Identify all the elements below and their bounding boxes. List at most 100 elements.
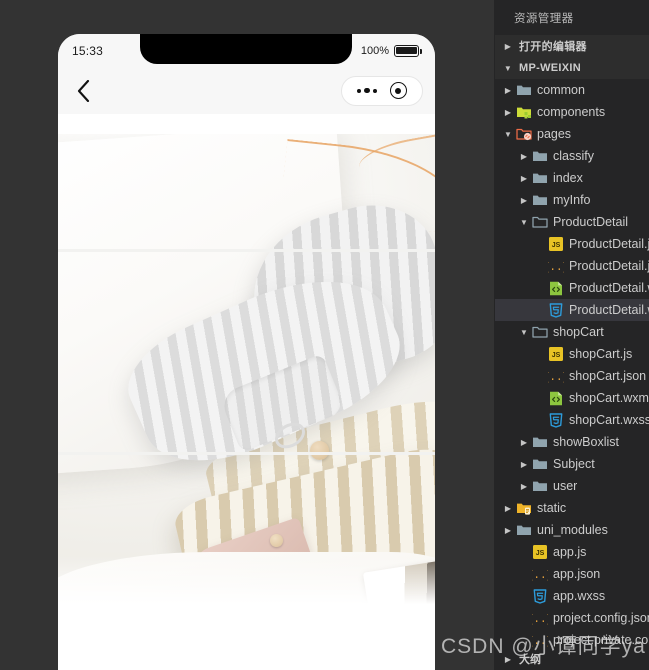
phone-simulator: 15:33 100% (58, 34, 435, 670)
folder-icon (516, 126, 532, 142)
folder-icon (532, 324, 548, 340)
tree-item-label: static (537, 501, 567, 515)
tree-item-label: app.wxss (553, 589, 606, 603)
tree-item-label: app.js (553, 545, 587, 559)
tree-file-ProductDetail-json[interactable]: ▶{..}ProductDetail.json (495, 255, 649, 277)
chevron-right-icon: ▶ (504, 654, 512, 664)
json-file-icon: {..} (532, 610, 548, 626)
tree-item-label: shopCart.wxml (569, 391, 649, 405)
folder-icon (516, 500, 532, 516)
chevron-right-icon[interactable]: ▶ (518, 438, 530, 447)
tree-item-label: project.config.json (553, 611, 649, 625)
folder-icon (516, 82, 532, 98)
chevron-right-icon[interactable]: ▶ (518, 482, 530, 491)
tree-file-shopCart-wxml[interactable]: ▶shopCart.wxml (495, 387, 649, 409)
folder-icon (532, 170, 548, 186)
status-bar-time: 15:33 (72, 43, 104, 58)
section-label: 打开的编辑器 (519, 41, 587, 53)
status-bar-right: 100% (361, 44, 422, 57)
tree-item-label: classify (553, 149, 594, 163)
chevron-down-icon[interactable]: ▼ (518, 328, 530, 337)
folder-icon (516, 522, 532, 538)
section-label: MP-WEIXIN (519, 62, 581, 74)
tree-file-shopCart-wxss[interactable]: ▶shopCart.wxss (495, 409, 649, 431)
explorer-section-1[interactable]: ▶ 打开的编辑器 (495, 35, 649, 57)
battery-icon (394, 44, 422, 57)
chevron-right-icon[interactable]: ▶ (518, 152, 530, 161)
wechat-nav-bar (58, 67, 435, 114)
tree-folder-shopCart[interactable]: ▼ shopCart (495, 321, 649, 343)
tree-file-app-wxss[interactable]: ▶app.wxss (495, 585, 649, 607)
tree-folder-static[interactable]: ▶ static (495, 497, 649, 519)
wxml-file-icon (548, 280, 564, 296)
chevron-right-icon[interactable]: ▶ (502, 86, 514, 95)
wxml-file-icon (548, 390, 564, 406)
tree-item-label: shopCart (553, 325, 604, 339)
svg-text:{..}: {..} (532, 614, 548, 625)
folder-icon (516, 104, 532, 120)
chevron-down-icon: ▼ (503, 63, 513, 73)
editor-scrollbar-track[interactable] (487, 0, 494, 670)
json-file-icon: {..} (532, 566, 548, 582)
chevron-right-icon[interactable]: ▶ (502, 526, 514, 535)
explorer-section-2[interactable]: ▼ MP-WEIXIN (495, 57, 649, 79)
chevron-down-icon[interactable]: ▼ (518, 218, 530, 227)
target-circle-icon[interactable] (389, 82, 407, 99)
tree-folder-classify[interactable]: ▶ classify (495, 145, 649, 167)
folder-icon (532, 434, 548, 450)
chevron-right-icon[interactable]: ▶ (502, 504, 514, 513)
tree-folder-Subject[interactable]: ▶ Subject (495, 453, 649, 475)
tree-folder-myInfo[interactable]: ▶ myInfo (495, 189, 649, 211)
tree-file-app-js[interactable]: ▶JSapp.js (495, 541, 649, 563)
product-detail-page (58, 114, 435, 670)
chevron-right-icon[interactable]: ▶ (518, 174, 530, 183)
screenshot-root: 15:33 100% 资源管理器 ▶ 打开的编辑器 ▼ MP-WEIXIN ▶ … (0, 0, 649, 670)
tree-folder-showBoxlist[interactable]: ▶ showBoxlist (495, 431, 649, 453)
tree-item-label: myInfo (553, 193, 591, 207)
tree-item-label: ProductDetail (553, 215, 629, 229)
tree-folder-user[interactable]: ▶ user (495, 475, 649, 497)
tree-file-shopCart-js[interactable]: ▶JSshopCart.js (495, 343, 649, 365)
tree-item-label: project.private.config.json (553, 633, 649, 647)
folder-icon (532, 148, 548, 164)
tree-item-label: ProductDetail.wxss (569, 303, 649, 317)
chevron-left-icon (77, 79, 89, 102)
tree-item-label: ProductDetail.js (569, 237, 649, 251)
tree-folder-components[interactable]: ▶ components (495, 101, 649, 123)
tree-item-label: showBoxlist (553, 435, 619, 449)
tree-folder-uni_modules[interactable]: ▶ uni_modules (495, 519, 649, 541)
tree-file-project-config-json[interactable]: ▶{..}project.config.json (495, 607, 649, 629)
tree-item-label: Subject (553, 457, 595, 471)
tree-item-label: uni_modules (537, 523, 608, 537)
tree-file-ProductDetail-wxml[interactable]: ▶ProductDetail.wxml (495, 277, 649, 299)
tree-file-app-json[interactable]: ▶{..}app.json (495, 563, 649, 585)
chevron-down-icon[interactable]: ▼ (502, 130, 514, 139)
chevron-right-icon[interactable]: ▶ (518, 196, 530, 205)
chevron-right-icon[interactable]: ▶ (518, 460, 530, 469)
tree-item-label: user (553, 479, 578, 493)
folder-icon (532, 214, 548, 230)
tree-folder-ProductDetail[interactable]: ▼ ProductDetail (495, 211, 649, 233)
tree-file-ProductDetail-wxss[interactable]: ▶ProductDetail.wxss (495, 299, 649, 321)
tree-folder-pages[interactable]: ▼ pages (495, 123, 649, 145)
svg-text:{..}: {..} (532, 636, 548, 647)
file-tree: ▶ 打开的编辑器 ▼ MP-WEIXIN ▶ common ▶ components ▼ page… (495, 35, 649, 651)
folder-icon (532, 192, 548, 208)
json-file-icon: {..} (548, 258, 564, 274)
tree-folder-common[interactable]: ▶ common (495, 79, 649, 101)
outline-section[interactable]: ▶ 大纲 (495, 648, 649, 670)
tree-file-ProductDetail-js[interactable]: ▶JSProductDetail.js (495, 233, 649, 255)
tree-item-label: shopCart.js (569, 347, 633, 361)
more-dots-icon[interactable] (357, 87, 377, 94)
product-image[interactable] (58, 134, 435, 612)
tree-file-shopCart-json[interactable]: ▶{..}shopCart.json (495, 365, 649, 387)
svg-text:{..}: {..} (548, 372, 564, 383)
svg-text:JS: JS (552, 242, 561, 249)
chevron-right-icon[interactable]: ▶ (502, 108, 514, 117)
tree-item-label: index (553, 171, 583, 185)
page-top-gap (58, 114, 435, 134)
back-button[interactable] (68, 76, 98, 106)
tree-folder-index[interactable]: ▶ index (495, 167, 649, 189)
wechat-capsule[interactable] (341, 75, 423, 106)
js-file-icon: JS (548, 346, 564, 362)
